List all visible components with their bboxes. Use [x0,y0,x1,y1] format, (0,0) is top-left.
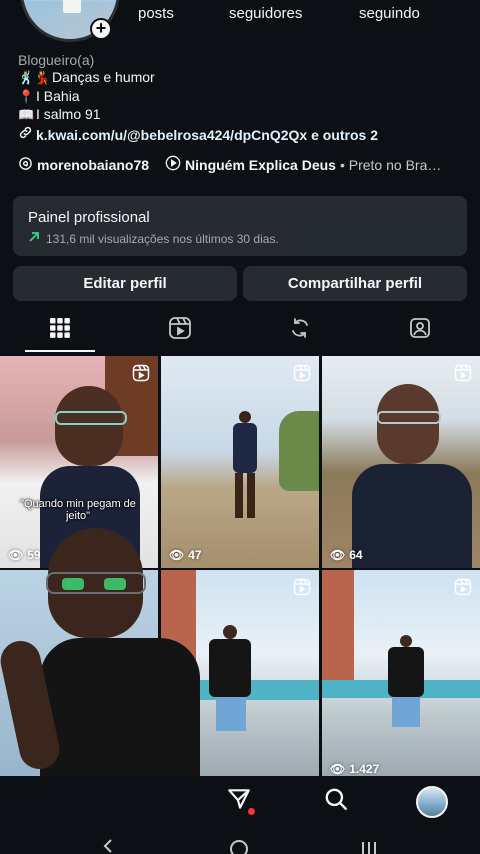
dance-emoji-icon: 🕺💃 [18,71,51,86]
bottom-navigation [0,776,480,826]
nav-profile[interactable] [416,786,448,818]
grid-post-3[interactable]: 👁 64 [322,356,480,568]
music-play-icon[interactable] [165,155,181,174]
home-icon[interactable] [230,840,248,854]
active-tab-indicator [25,350,95,352]
profile-link-row[interactable]: k.kwai.com/u/@bebelrosa424/dpCnQ2Qx e ou… [18,125,468,145]
system-navigation-bar [0,826,480,854]
book-emoji-icon: 📖 [18,108,35,123]
notification-dot-icon [248,808,255,815]
trend-up-icon [28,231,40,246]
panel-subtitle: 131,6 mil visualizações nos últimos 30 d… [46,231,279,246]
bio-line-3: 📖 I salmo 91 [18,106,468,125]
eye-icon: 👁 [330,548,346,562]
threads-handle[interactable]: morenobaiano78 [37,157,149,173]
reposts-icon [288,316,312,345]
post-caption: "Quando min pegam de jeito" [20,498,136,522]
bio-line-3-text: I salmo 91 [36,106,101,122]
followers-stat-label[interactable]: seguidores [229,5,302,22]
profile-avatar-icon [416,786,448,818]
post-views: 👁 64 [330,548,363,562]
bio-line-1-text: Danças e humor [52,69,155,85]
reel-icon [132,364,150,382]
search-icon [323,786,349,817]
reels-icon [168,316,192,345]
nav-send[interactable] [224,786,255,816]
profile-link[interactable]: k.kwai.com/u/@bebelrosa424/dpCnQ2Qx e ou… [36,127,378,143]
reel-icon [293,578,311,596]
share-profile-button[interactable]: Compartilhar perfil [243,266,467,301]
music-artist[interactable]: • Preto no Bra… [340,157,441,173]
profile-bio: Blogueiro(a) 🕺💃 Danças e humor 📍 I Bahia 📖… [18,52,468,144]
link-icon [18,125,36,145]
tagged-icon [408,316,432,345]
back-icon[interactable] [100,838,116,854]
threads-icon[interactable] [18,156,33,174]
edit-profile-button[interactable]: Editar perfil [13,266,237,301]
bio-line-2: 📍 I Bahia [18,88,468,107]
reel-icon [293,364,311,382]
profile-tabs [0,310,480,354]
following-stat-label[interactable]: seguindo [359,5,420,22]
tab-reels[interactable] [120,310,240,350]
add-story-button[interactable]: + [90,18,112,40]
professional-dashboard-card[interactable]: Painel profissional 131,6 mil visualizaç… [13,196,467,256]
reel-icon [454,578,472,596]
grid-post-6[interactable]: 👁 1.427 [322,570,480,782]
music-title[interactable]: Ninguém Explica Deus [185,157,336,173]
panel-title: Painel profissional [28,209,150,226]
eye-icon: 👁 [330,762,346,776]
tab-tagged[interactable] [360,310,480,350]
recents-icon[interactable] [360,840,378,854]
grid-icon [49,317,71,344]
posts-stat-label[interactable]: posts [138,5,174,22]
bio-line-1: 🕺💃 Danças e humor [18,69,468,88]
tab-reposts[interactable] [240,310,360,350]
post-views: 👁 1.427 [330,762,380,776]
profile-category: Blogueiro(a) [18,52,95,68]
threads-music-row: morenobaiano78 Ninguém Explica Deus • Pr… [18,155,441,174]
bio-line-2-text: I Bahia [36,87,80,104]
tab-grid[interactable] [0,310,120,350]
nav-search[interactable] [321,786,351,816]
floating-video-overlay[interactable] [0,520,200,820]
reel-icon [454,364,472,382]
pin-emoji-icon: 📍 [18,89,35,105]
panel-subtitle-row: 131,6 mil visualizações nos últimos 30 d… [28,231,452,246]
